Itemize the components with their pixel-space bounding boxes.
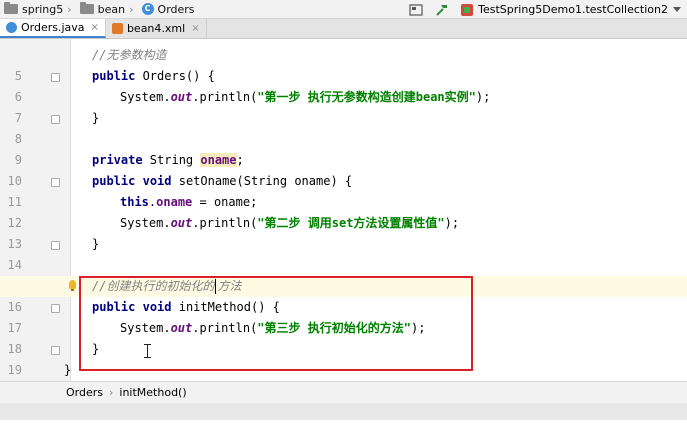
breadcrumb-separator: ›	[109, 386, 114, 399]
code-text: System.	[120, 216, 171, 230]
code-text: .println(	[192, 216, 258, 230]
field-name: oname	[156, 195, 193, 209]
fold-toggle-icon[interactable]	[51, 346, 60, 355]
intention-bulb-icon[interactable]	[69, 280, 76, 291]
code-line[interactable]: 11 public void setOname(String oname) {	[0, 171, 687, 209]
class-icon: C	[141, 3, 154, 15]
editor-tab-bar: Orders.java × bean4.xml ×	[0, 19, 687, 39]
fold-toggle-icon[interactable]	[51, 73, 60, 82]
code-text: setOname(String oname) {	[171, 174, 353, 188]
code-text: = oname;	[192, 195, 258, 209]
run-configuration-select[interactable]: TestSpring5Demo1.testCollection2	[455, 0, 687, 19]
code-text: System.	[120, 90, 171, 104]
keyword: this	[120, 195, 149, 209]
code-text: Orders() {	[135, 69, 215, 83]
status-strip	[0, 403, 687, 420]
breadcrumb-method[interactable]: initMethod()	[119, 386, 186, 399]
code-line[interactable]: 15	[0, 255, 687, 293]
code-text: }	[64, 363, 72, 377]
tab-orders-java[interactable]: Orders.java ×	[0, 19, 106, 38]
keyword: void	[142, 174, 172, 188]
xml-file-icon	[111, 23, 123, 34]
field-name: oname	[200, 153, 237, 167]
tab-bean4-xml[interactable]: bean4.xml ×	[106, 19, 207, 38]
highlight-annotation-box	[79, 276, 473, 371]
code-line[interactable]: 10 private String oname;	[0, 150, 687, 188]
breadcrumb-spring5[interactable]: spring5	[0, 0, 63, 19]
navigation-bar: spring5 › bean › C Orders TestSpring5Dem…	[0, 0, 687, 19]
static-field: out	[170, 90, 193, 104]
breadcrumb-label: spring5	[22, 2, 64, 16]
close-tab-icon[interactable]: ×	[191, 23, 199, 34]
junit-icon	[461, 3, 474, 16]
structure-breadcrumb: Orders › initMethod()	[0, 381, 687, 403]
breadcrumb-orders[interactable]: C Orders	[138, 0, 195, 19]
code-line[interactable]: 8 }	[0, 108, 687, 146]
string-literal: "第一步 执行无参数构造创建bean实例"	[257, 90, 476, 104]
code-line[interactable]: 6 public Orders() {	[0, 66, 687, 104]
tab-label: Orders.java	[21, 21, 85, 34]
code-line[interactable]: 9	[0, 129, 687, 167]
breadcrumb-separator: ›	[129, 2, 134, 16]
code-text: }	[92, 237, 100, 251]
fold-toggle-icon[interactable]	[51, 178, 60, 187]
code-text: );	[475, 90, 491, 104]
folder-icon	[79, 2, 94, 14]
project-structure-icon[interactable]	[409, 3, 423, 17]
breadcrumb-bean[interactable]: bean	[76, 0, 125, 19]
java-class-icon	[6, 22, 17, 33]
code-text: );	[444, 216, 460, 230]
tab-label: bean4.xml	[126, 22, 186, 35]
code-text: .println(	[192, 90, 258, 104]
code-line[interactable]: 12 this.oname = oname;	[0, 192, 687, 230]
keyword: public	[92, 174, 136, 188]
breadcrumb-separator: ›	[67, 2, 72, 16]
breadcrumb-label: bean	[97, 2, 126, 16]
fold-toggle-icon[interactable]	[51, 304, 60, 313]
folder-icon	[4, 2, 18, 14]
fold-toggle-icon[interactable]	[51, 241, 60, 250]
fold-toggle-icon[interactable]	[51, 115, 60, 124]
keyword: public	[92, 69, 136, 83]
comment: //无参数构造	[92, 48, 167, 62]
run-config-label: TestSpring5Demo1.testCollection2	[478, 3, 668, 16]
code-line[interactable]: 7 System.out.println("第一步 执行无参数构造创建bean实…	[0, 87, 687, 125]
code-text: }	[92, 111, 100, 125]
code-line[interactable]: 14 }	[0, 234, 687, 272]
build-hammer-icon[interactable]	[435, 3, 449, 17]
code-line[interactable]: 13 System.out.println("第二步 调用set方法设置属性值"…	[0, 213, 687, 251]
breadcrumb-class[interactable]: Orders	[66, 386, 103, 399]
code-text: ;	[236, 153, 244, 167]
static-field: out	[170, 216, 193, 230]
string-literal: "第二步 调用set方法设置属性值"	[257, 216, 445, 230]
keyword: private	[92, 153, 143, 167]
code-line[interactable]: 5 //无参数构造	[0, 45, 687, 83]
dropdown-icon	[673, 6, 681, 12]
close-tab-icon[interactable]: ×	[91, 22, 99, 33]
code-text: String	[142, 153, 201, 167]
breadcrumb-label: Orders	[157, 2, 195, 16]
